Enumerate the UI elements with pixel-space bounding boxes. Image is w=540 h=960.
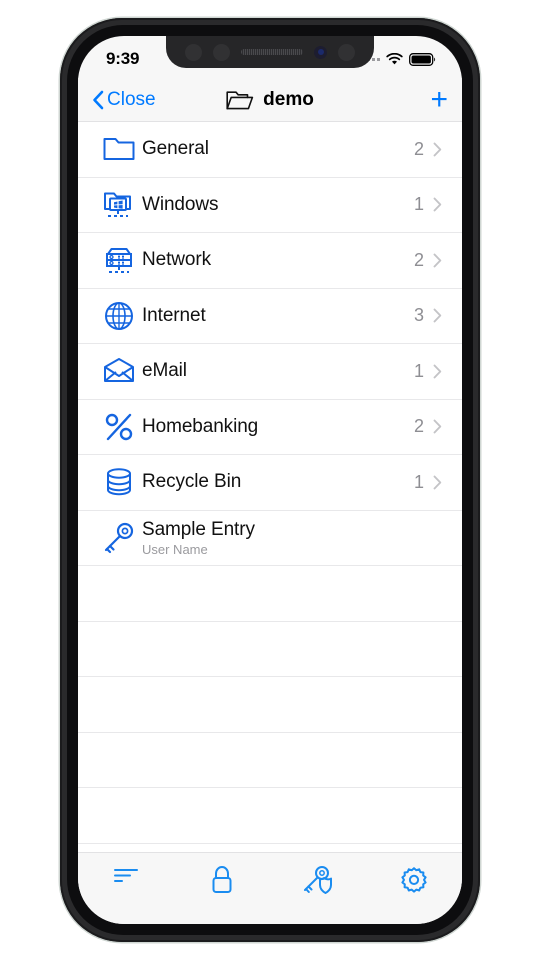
folder-icon: [96, 136, 142, 162]
chevron-right-icon: [433, 253, 442, 268]
phone-bezel: 9:39 Close demo + General 2 Windows 1 Ne…: [67, 25, 473, 935]
ambient-light-sensor-icon: [213, 43, 230, 61]
list-item[interactable]: Network 2: [78, 233, 462, 289]
list-item-meta: 1: [414, 361, 462, 382]
list-item-count: 2: [413, 249, 424, 270]
list-item-meta: 2: [414, 416, 462, 437]
key-icon: [96, 522, 142, 554]
wifi-icon: [386, 52, 403, 64]
key-shield-icon[interactable]: [270, 865, 366, 895]
status-clock: 9:39: [106, 49, 140, 68]
list-item-title: Homebanking: [142, 415, 259, 437]
list-item-meta: 1: [414, 194, 462, 215]
list-item-body: Network: [142, 249, 414, 271]
list-item[interactable]: Windows 1: [78, 177, 462, 233]
list-item-count: 1: [413, 360, 424, 381]
list-item-meta: 2: [414, 139, 462, 160]
lock-icon[interactable]: [174, 865, 270, 895]
chevron-right-icon: [433, 419, 442, 434]
list-item-title: Network: [142, 249, 211, 271]
windows-folder-icon: [96, 190, 142, 220]
folder-icon: [226, 90, 254, 109]
chevron-right-icon: [433, 197, 442, 212]
gear-icon[interactable]: [366, 865, 462, 895]
sort-lines-icon[interactable]: [78, 865, 174, 885]
list-item-meta: 3: [414, 305, 462, 326]
screenshot-stage: 9:39 Close demo + General 2 Windows 1 Ne…: [0, 0, 540, 960]
list-item-body: eMail: [142, 360, 414, 382]
server-icon: [96, 245, 142, 275]
list-item-body: Sample Entry User Name: [142, 519, 442, 557]
add-button[interactable]: +: [430, 84, 448, 115]
list-item-placeholder: [78, 788, 462, 844]
list-item-count: 3: [413, 305, 424, 326]
close-button[interactable]: Close: [92, 89, 156, 111]
list-item-title: Windows: [142, 193, 219, 215]
database-icon: [96, 467, 142, 497]
phone-frame: 9:39 Close demo + General 2 Windows 1 Ne…: [60, 18, 480, 942]
list-item-body: Homebanking: [142, 416, 414, 438]
list-item-meta: 1: [414, 472, 462, 493]
list-item-title: Recycle Bin: [142, 471, 242, 493]
chevron-right-icon: [433, 308, 442, 323]
list-item-subtitle: User Name: [142, 541, 208, 557]
earpiece-speaker-icon: [241, 49, 303, 55]
chevron-right-icon: [433, 142, 442, 157]
globe-icon: [96, 300, 142, 332]
percent-icon: [96, 411, 142, 443]
list-item[interactable]: Homebanking 2: [78, 399, 462, 455]
list-item-title: Internet: [142, 304, 206, 326]
notch: [166, 36, 374, 68]
chevron-left-icon: [93, 90, 104, 109]
dot-projector-icon: [338, 43, 355, 61]
front-camera-icon: [314, 45, 327, 59]
list-item[interactable]: Recycle Bin 1: [78, 455, 462, 511]
list-item-count: 1: [413, 471, 424, 492]
list-item[interactable]: Internet 3: [78, 288, 462, 344]
list-item-title: eMail: [142, 360, 187, 382]
phone-screen: 9:39 Close demo + General 2 Windows 1 Ne…: [78, 36, 462, 924]
chevron-right-icon: [433, 475, 442, 490]
status-indicators: [362, 52, 436, 66]
list-item-body: Internet: [142, 305, 414, 327]
bottom-toolbar: [78, 852, 462, 924]
navigation-bar: Close demo +: [78, 78, 462, 122]
list-item-body: Recycle Bin: [142, 471, 414, 493]
envelope-icon: [96, 357, 142, 385]
list-item-count: 1: [413, 194, 424, 215]
close-button-label: Close: [107, 88, 156, 110]
list-item-body: Windows: [142, 194, 414, 216]
list-item-placeholder: [78, 621, 462, 677]
battery-full-icon: [409, 52, 436, 66]
list-item-title: Sample Entry: [142, 518, 255, 540]
list-item[interactable]: Sample Entry User Name: [78, 510, 462, 566]
list-item-meta: 2: [414, 250, 462, 271]
list-item-count: 2: [413, 138, 424, 159]
list-item-body: General: [142, 138, 414, 160]
list-item[interactable]: eMail 1: [78, 344, 462, 400]
chevron-right-icon: [433, 364, 442, 379]
entry-list[interactable]: General 2 Windows 1 Network 2 Internet 3…: [78, 122, 462, 852]
list-item[interactable]: General 2: [78, 122, 462, 178]
list-item-placeholder: [78, 677, 462, 733]
list-item-count: 2: [413, 416, 424, 437]
proximity-sensor-icon: [185, 43, 202, 61]
page-title-text: demo: [263, 88, 314, 110]
list-item-placeholder: [78, 732, 462, 788]
list-item-title: General: [142, 138, 209, 160]
list-item-placeholder: [78, 566, 462, 622]
